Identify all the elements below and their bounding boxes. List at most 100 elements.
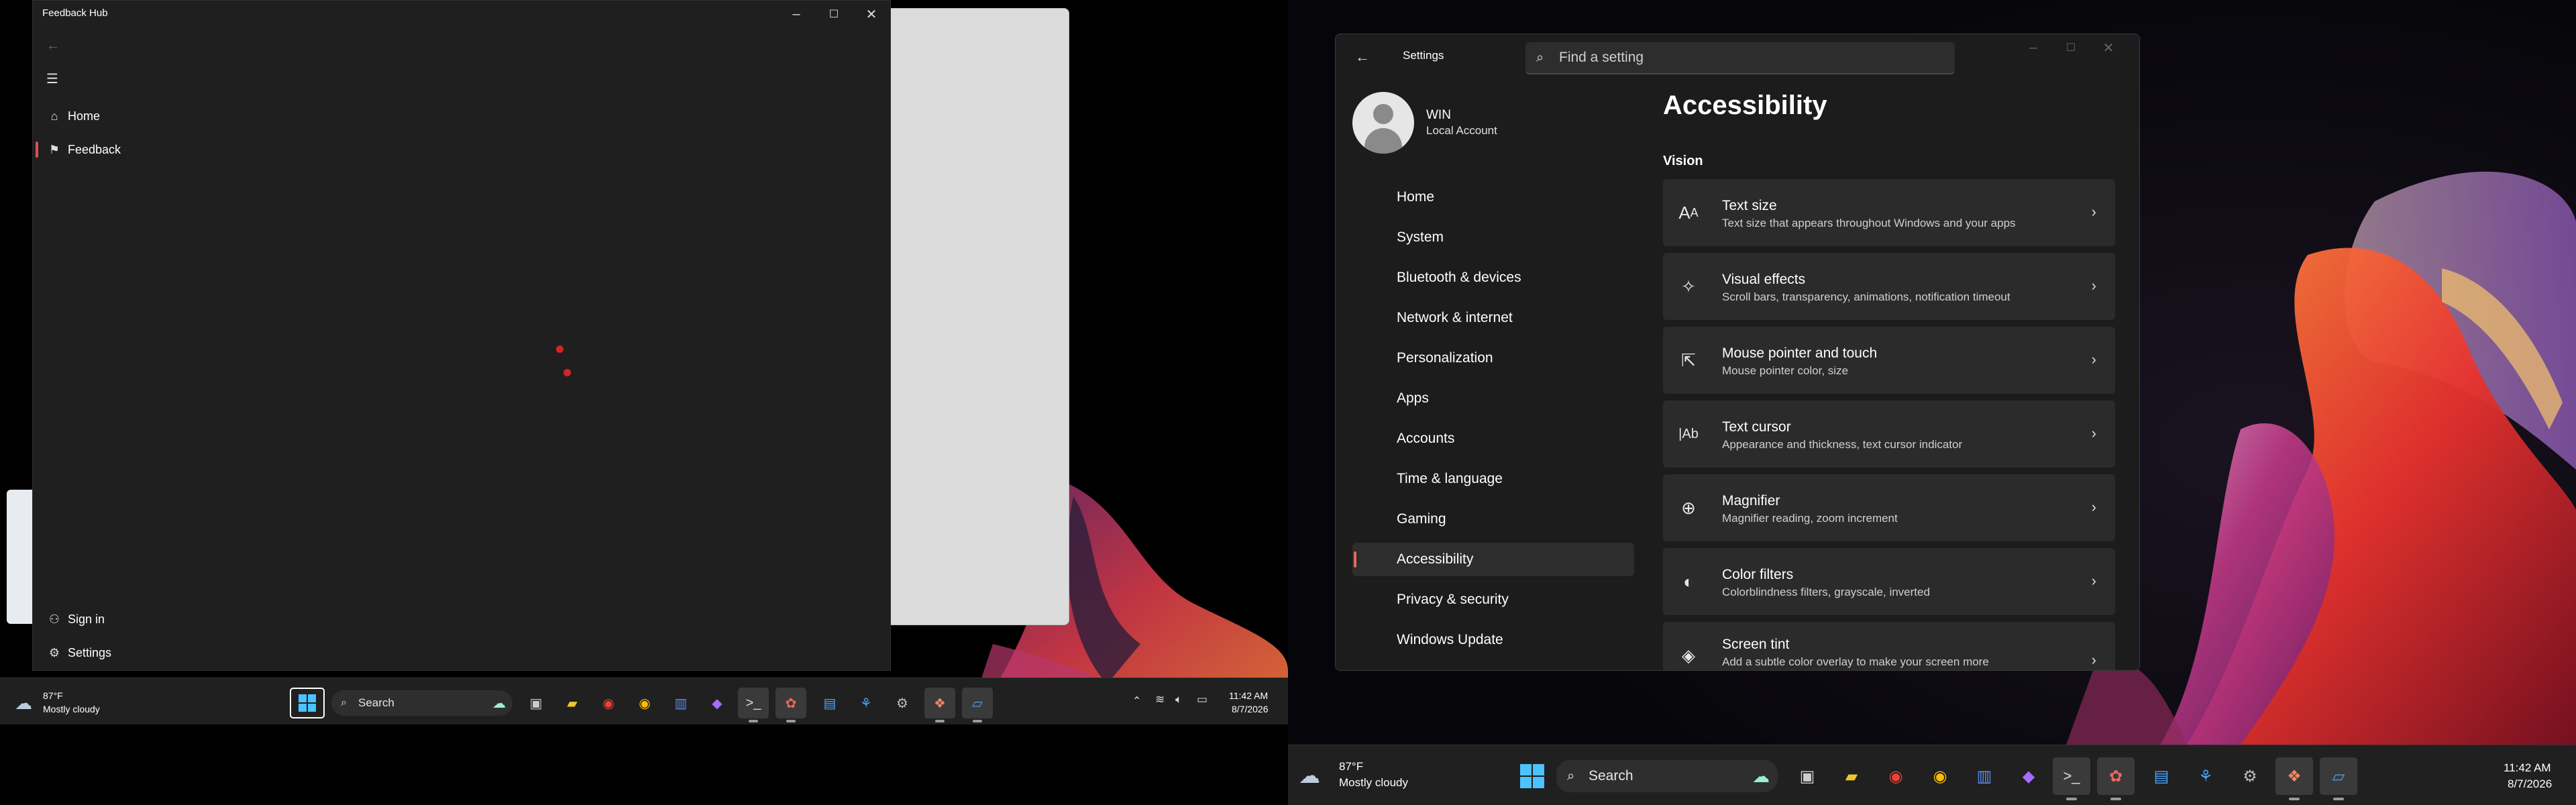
chart-app-icon[interactable]: ▥ bbox=[1970, 761, 1999, 791]
terminal-icon[interactable]: >_ bbox=[738, 688, 769, 718]
maximize-button[interactable]: ☐ bbox=[815, 1, 853, 28]
screen-tint-icon: ◈ bbox=[1682, 645, 1695, 665]
nav-network-internet[interactable]: Network & internet bbox=[1352, 301, 1634, 335]
task-view-icon[interactable]: ▣ bbox=[1792, 761, 1822, 791]
volume-icon[interactable]: 🔈︎ bbox=[1175, 693, 1182, 706]
feedback-hub-taskbar-icon[interactable]: ✿ bbox=[2097, 757, 2135, 795]
card-text-cursor[interactable]: |Ab Text cursor Appearance and thickness… bbox=[1663, 400, 2115, 468]
nav-system[interactable]: System bbox=[1352, 221, 1634, 254]
card-visual-effects[interactable]: ✧ Visual effects Scroll bars, transparen… bbox=[1663, 253, 2115, 320]
nav-label: Network & internet bbox=[1397, 310, 1513, 325]
card-subtitle: Add a subtle color overlay to make your … bbox=[1722, 655, 1989, 668]
notepad-icon[interactable]: ▤ bbox=[2147, 761, 2176, 791]
wifi-icon[interactable]: ≋ bbox=[1155, 693, 1165, 706]
clock-date[interactable]: 8/7/2026 bbox=[2508, 777, 2552, 791]
nav-accounts[interactable]: Accounts bbox=[1352, 422, 1634, 455]
chevron-right-icon: › bbox=[2091, 651, 2096, 668]
app-window-icon[interactable]: ▱ bbox=[962, 688, 993, 718]
account-type: Local Account bbox=[1426, 124, 1497, 137]
taskbar-search[interactable]: ⌕ Search ☁ bbox=[1556, 760, 1778, 792]
nav-windows-update[interactable]: Windows Update bbox=[1352, 623, 1634, 657]
start-button[interactable] bbox=[1516, 760, 1548, 792]
card-title: Screen tint bbox=[1722, 637, 1790, 652]
taskbar-search[interactable]: ⌕ Search ☁ bbox=[331, 690, 513, 716]
chrome-icon[interactable]: ◉ bbox=[597, 692, 620, 714]
card-magnifier[interactable]: ⊕ Magnifier Magnifier reading, zoom incr… bbox=[1663, 474, 2115, 541]
notepad-icon[interactable]: ▤ bbox=[818, 692, 841, 714]
visual-studio-icon[interactable]: ◆ bbox=[2014, 761, 2043, 791]
nav-feedback[interactable]: ⚑ Feedback bbox=[41, 135, 242, 164]
close-button[interactable]: ✕ bbox=[853, 1, 890, 28]
minimize-button[interactable]: – bbox=[2015, 34, 2052, 61]
nav-apps[interactable]: Apps bbox=[1352, 382, 1634, 415]
battery-icon[interactable]: ▭ bbox=[1197, 693, 1208, 706]
nav-label: Personalization bbox=[1397, 350, 1493, 366]
chevron-right-icon: › bbox=[2091, 498, 2096, 515]
nav-time-language[interactable]: Time & language bbox=[1352, 462, 1634, 496]
file-explorer-icon[interactable]: ▰ bbox=[561, 692, 584, 714]
close-button[interactable]: ✕ bbox=[2090, 34, 2127, 61]
file-explorer-icon[interactable]: ▰ bbox=[1837, 761, 1866, 791]
nav-home-label: Home bbox=[68, 109, 101, 123]
nav-privacy-security[interactable]: Privacy & security bbox=[1352, 583, 1634, 616]
nav-settings[interactable]: ⚙ Settings bbox=[41, 638, 242, 667]
settings-search-input[interactable]: ⌕ Find a setting bbox=[1525, 42, 1955, 74]
card-title: Mouse pointer and touch bbox=[1722, 345, 1878, 361]
nav-sign-in[interactable]: ⚇ Sign in bbox=[41, 604, 242, 634]
back-arrow-icon[interactable]: ← bbox=[46, 38, 60, 54]
card-color-filters[interactable]: ◐ Color filters Colorblindness filters, … bbox=[1663, 548, 2115, 615]
running-indicator bbox=[2333, 798, 2344, 800]
nav-label: Apps bbox=[1397, 390, 1429, 406]
running-indicator bbox=[2066, 798, 2077, 800]
card-screen-tint[interactable]: ◈ Screen tint Add a subtle color overlay… bbox=[1663, 622, 2115, 670]
remote-app-icon[interactable]: ⚘ bbox=[855, 692, 877, 714]
nav-sign-in-label: Sign in bbox=[68, 612, 105, 626]
chevron-right-icon: › bbox=[2091, 425, 2096, 441]
visual-studio-icon[interactable]: ◆ bbox=[706, 692, 729, 714]
card-mouse-pointer[interactable]: ⇱ Mouse pointer and touch Mouse pointer … bbox=[1663, 327, 2115, 394]
chevron-up-icon[interactable]: ⌃ bbox=[1132, 694, 1141, 708]
nav-bluetooth-devices[interactable]: Bluetooth & devices bbox=[1352, 261, 1634, 294]
nav-personalization[interactable]: Personalization bbox=[1352, 341, 1634, 375]
page-title: Accessibility bbox=[1663, 91, 1827, 120]
running-indicator bbox=[935, 720, 945, 722]
chrome-icon[interactable]: ◉ bbox=[1881, 761, 1911, 791]
hamburger-menu-icon[interactable]: ☰ bbox=[46, 70, 58, 87]
feedback-hub-taskbar-icon[interactable]: ✿ bbox=[775, 688, 806, 718]
nav-home[interactable]: ⌂ Home bbox=[41, 101, 242, 131]
task-view-icon[interactable]: ▣ bbox=[525, 692, 547, 714]
remote-app-icon[interactable]: ⚘ bbox=[2191, 761, 2220, 791]
chrome-canary-icon[interactable]: ◉ bbox=[633, 692, 656, 714]
maximize-button[interactable]: ☐ bbox=[2052, 34, 2090, 61]
clock-time[interactable]: 11:42 AM bbox=[1229, 690, 1268, 701]
nav-home[interactable]: Home bbox=[1352, 180, 1634, 214]
terminal-icon[interactable]: >_ bbox=[2053, 757, 2090, 795]
clock-time[interactable]: 11:42 AM bbox=[2504, 761, 2551, 775]
chart-app-icon[interactable]: ▥ bbox=[669, 692, 692, 714]
home-icon: ⌂ bbox=[50, 109, 58, 123]
weather-icon: ☁ bbox=[15, 693, 32, 713]
running-indicator bbox=[2289, 798, 2300, 800]
clock-date[interactable]: 8/7/2026 bbox=[1232, 704, 1269, 714]
chevron-right-icon: › bbox=[2091, 277, 2096, 294]
feedback-icon: ⚑ bbox=[48, 142, 60, 156]
running-indicator bbox=[786, 720, 796, 722]
card-subtitle: Mouse pointer color, size bbox=[1722, 364, 1849, 377]
back-arrow-icon[interactable]: ← bbox=[1349, 44, 1376, 70]
chrome-canary-icon[interactable]: ◉ bbox=[1925, 761, 1955, 791]
settings-taskbar-icon[interactable]: ⚙ bbox=[891, 692, 914, 714]
weather-temp: 87°F bbox=[1339, 760, 1364, 773]
minimize-button[interactable]: – bbox=[777, 1, 815, 28]
copilot-icon[interactable]: ❖ bbox=[2275, 757, 2313, 795]
copilot-icon[interactable]: ❖ bbox=[924, 688, 955, 718]
nav-gaming[interactable]: Gaming bbox=[1352, 502, 1634, 536]
nav-accessibility[interactable]: Accessibility bbox=[1352, 543, 1634, 576]
app-window-icon[interactable]: ▱ bbox=[2320, 757, 2357, 795]
mouse-pointer-icon: ⇱ bbox=[1681, 350, 1696, 370]
card-title: Text cursor bbox=[1722, 419, 1791, 435]
card-text-size[interactable]: AA Text size Text size that appears thro… bbox=[1663, 179, 2115, 246]
start-button[interactable] bbox=[290, 688, 325, 718]
avatar[interactable] bbox=[1352, 92, 1414, 154]
feedback-hub-window: Feedback Hub – ☐ ✕ ← ☰ ⌂ Home ⚑ Feedback… bbox=[32, 0, 891, 671]
settings-taskbar-icon[interactable]: ⚙ bbox=[2235, 761, 2265, 791]
